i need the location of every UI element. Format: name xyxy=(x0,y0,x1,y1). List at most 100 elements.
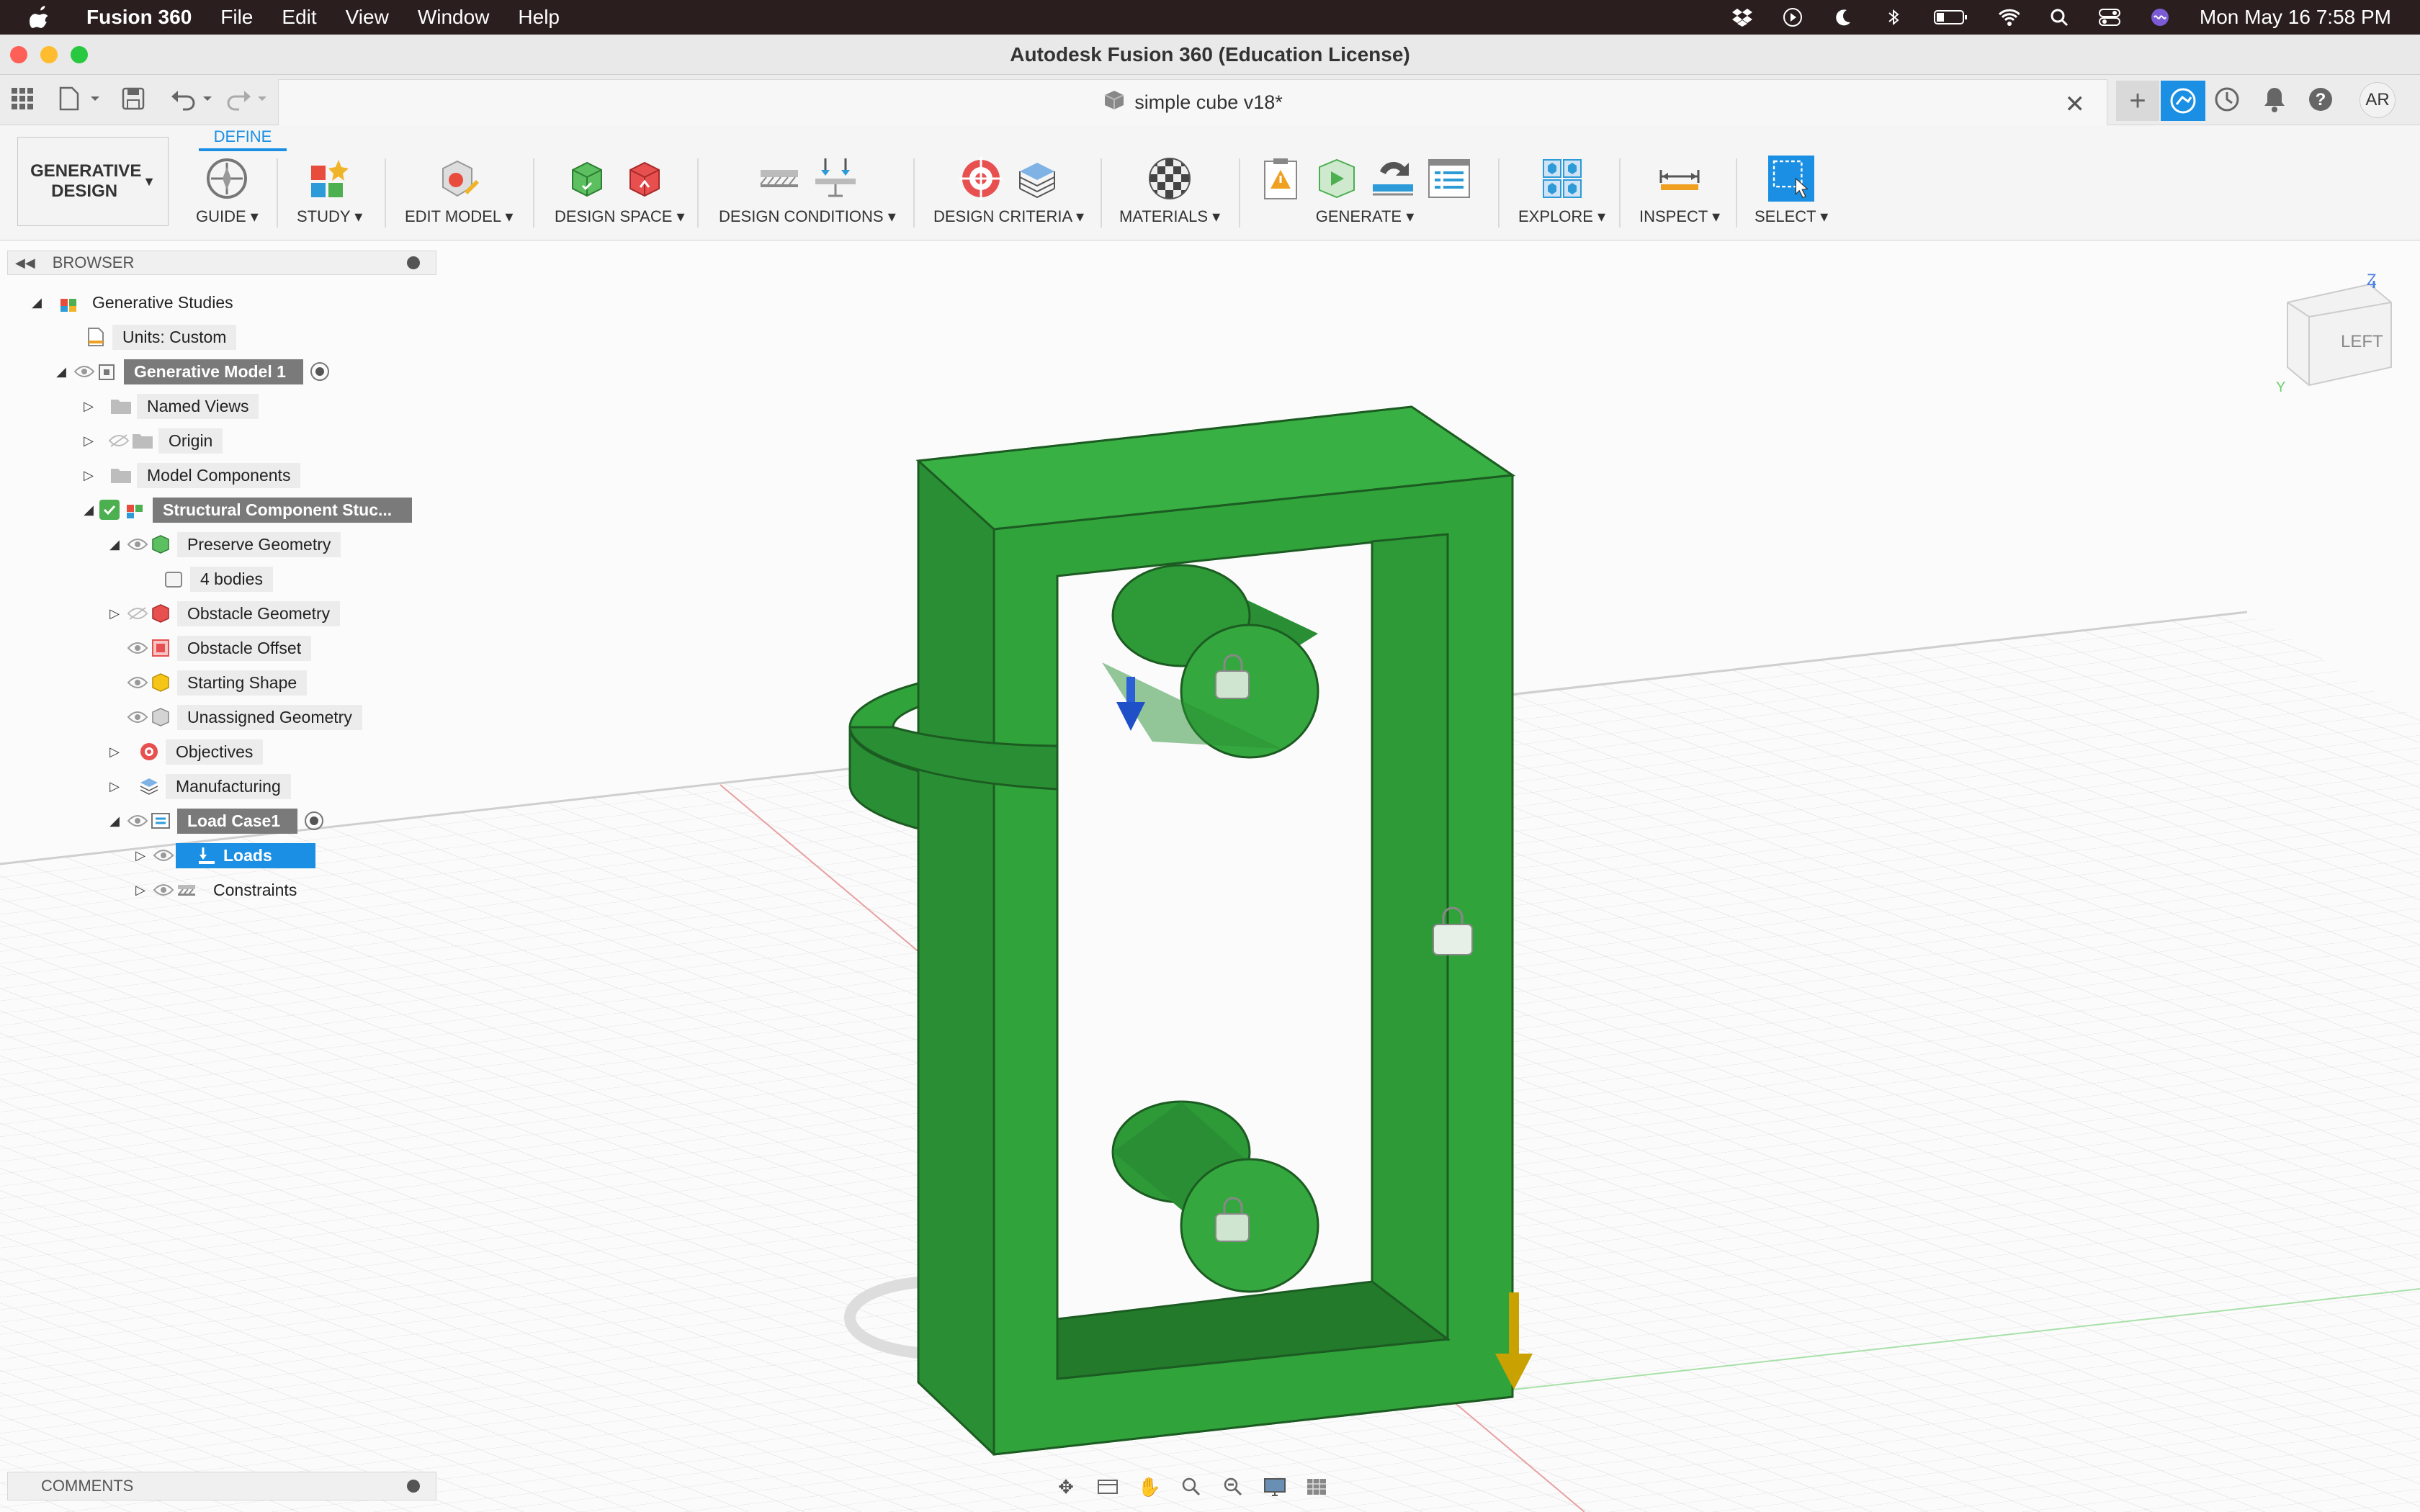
collapsed-arrow-icon[interactable]: ▷ xyxy=(104,741,125,762)
collapsed-arrow-icon[interactable]: ▷ xyxy=(104,775,125,797)
save-icon[interactable] xyxy=(121,86,145,114)
search-icon[interactable] xyxy=(2048,6,2070,28)
siri-icon[interactable] xyxy=(2149,6,2171,28)
zoom-window-button[interactable] xyxy=(71,46,88,63)
expanded-arrow-icon[interactable]: ◢ xyxy=(104,810,125,832)
tree-item-obstacle-geometry[interactable]: ▷ Obstacle Geometry xyxy=(104,598,341,629)
add-comment-icon[interactable] xyxy=(407,1480,420,1493)
tree-item-starting-shape[interactable]: Starting Shape xyxy=(125,667,308,698)
panel-options-icon[interactable] xyxy=(407,256,420,269)
control-center-icon[interactable] xyxy=(2098,6,2120,28)
display-settings-icon[interactable] xyxy=(1260,1472,1289,1501)
help-icon[interactable]: ? xyxy=(2306,85,2335,117)
battery-icon[interactable] xyxy=(1933,6,1969,28)
eye-icon[interactable] xyxy=(125,534,150,555)
play-icon[interactable] xyxy=(1782,6,1803,28)
close-window-button[interactable] xyxy=(10,46,27,63)
browser-header[interactable]: ◀◀ BROWSER xyxy=(7,251,436,275)
tree-item-model-components[interactable]: ▷ Model Components xyxy=(78,459,301,491)
activate-radio[interactable] xyxy=(310,362,329,381)
redo-icon[interactable] xyxy=(225,86,268,114)
eye-icon[interactable] xyxy=(125,637,150,659)
tree-item-named-views[interactable]: ▷ Named Views xyxy=(78,390,259,422)
menu-help[interactable]: Help xyxy=(518,6,560,29)
menu-view[interactable]: View xyxy=(346,6,389,29)
eye-icon[interactable] xyxy=(151,845,176,866)
tree-item-constraints[interactable]: ▷ Constraints xyxy=(130,874,307,906)
menu-file[interactable]: File xyxy=(220,6,253,29)
moon-icon[interactable] xyxy=(1832,6,1854,28)
zoom-window-icon[interactable] xyxy=(1219,1472,1247,1501)
tree-item-obstacle-offset[interactable]: Obstacle Offset xyxy=(125,632,312,664)
document-tab[interactable]: simple cube v18* ✕ xyxy=(278,79,2107,125)
tree-item-bodies[interactable]: 4 bodies xyxy=(163,563,273,595)
comments-panel[interactable]: COMMENTS xyxy=(7,1472,436,1500)
tree-item-unassigned-geometry[interactable]: Unassigned Geometry xyxy=(125,701,362,733)
collapsed-arrow-icon[interactable]: ▷ xyxy=(130,879,151,901)
materials-group[interactable]: MATERIALS ▾ xyxy=(1119,154,1220,226)
file-menu-icon[interactable] xyxy=(58,86,101,114)
study-group[interactable]: STUDY ▾ xyxy=(297,154,362,226)
eye-icon[interactable] xyxy=(151,879,176,901)
apple-icon[interactable] xyxy=(29,5,50,30)
select-group[interactable]: SELECT ▾ xyxy=(1754,154,1828,226)
design-criteria-group[interactable]: DESIGN CRITERIA ▾ xyxy=(933,154,1084,226)
collapsed-arrow-icon[interactable]: ▷ xyxy=(78,464,99,486)
user-avatar[interactable]: AR xyxy=(2360,82,2396,118)
design-conditions-group[interactable]: DESIGN CONDITIONS ▾ xyxy=(719,154,896,226)
expanded-arrow-icon[interactable]: ◢ xyxy=(78,499,99,521)
dropbox-icon[interactable] xyxy=(1731,6,1753,28)
tree-item-preserve-geometry[interactable]: ◢ Preserve Geometry xyxy=(104,528,341,560)
inspect-group[interactable]: INSPECT ▾ xyxy=(1639,154,1720,226)
eye-hidden-icon[interactable] xyxy=(125,603,150,624)
generate-group[interactable]: GENERATE ▾ xyxy=(1258,154,1472,226)
pan-icon[interactable]: ✋ xyxy=(1135,1472,1164,1501)
tree-item-generative-model[interactable]: ◢ Generative Model 1 xyxy=(50,356,329,387)
bluetooth-icon[interactable] xyxy=(1883,6,1904,28)
collapsed-arrow-icon[interactable]: ▷ xyxy=(78,395,99,417)
minimize-window-button[interactable] xyxy=(40,46,58,63)
tree-item-units[interactable]: Units: Custom xyxy=(85,321,237,353)
extension-icon[interactable] xyxy=(2161,81,2205,121)
app-menu[interactable]: Fusion 360 xyxy=(86,6,192,29)
notifications-icon[interactable] xyxy=(2260,85,2289,117)
tree-item-manufacturing[interactable]: ▷ Manufacturing xyxy=(104,770,291,802)
tree-item-loads[interactable]: ▷ Loads xyxy=(130,840,315,871)
grid-settings-icon[interactable] xyxy=(1302,1472,1331,1501)
menu-edit[interactable]: Edit xyxy=(282,6,316,29)
orbit-icon[interactable]: ✥ xyxy=(1052,1472,1080,1501)
tree-item-structural-component[interactable]: ◢ Structural Component Stuc... xyxy=(78,494,412,526)
edit-model-group[interactable]: EDIT MODEL ▾ xyxy=(405,154,513,226)
tab-define[interactable]: DEFINE xyxy=(199,125,287,151)
viewport-canvas[interactable]: LEFT Z Y xyxy=(0,240,2420,1512)
undo-icon[interactable] xyxy=(170,86,213,114)
wifi-icon[interactable] xyxy=(1998,6,2020,28)
tree-item-generative-studies[interactable]: ◢ Generative Studies xyxy=(26,287,233,318)
expanded-arrow-icon[interactable]: ◢ xyxy=(104,534,125,555)
collapse-arrow-icon[interactable]: ◀◀ xyxy=(15,256,35,271)
job-status-icon[interactable] xyxy=(2213,85,2241,117)
eye-icon[interactable] xyxy=(125,706,150,728)
workspace-switcher[interactable]: GENERATIVE DESIGN ▼ xyxy=(17,137,169,226)
tree-item-load-case[interactable]: ◢ Load Case1 xyxy=(104,805,324,837)
app-grid-icon[interactable] xyxy=(10,86,35,114)
tree-item-origin[interactable]: ▷ Origin xyxy=(78,425,223,456)
design-space-group[interactable]: DESIGN SPACE ▾ xyxy=(555,154,685,226)
new-tab-button[interactable]: + xyxy=(2116,81,2159,121)
activate-radio[interactable] xyxy=(305,811,324,830)
close-tab-icon[interactable]: ✕ xyxy=(2065,90,2086,119)
eye-icon[interactable] xyxy=(125,810,150,832)
zoom-icon[interactable] xyxy=(1177,1472,1206,1501)
explore-group[interactable]: EXPLORE ▾ xyxy=(1518,154,1605,226)
collapsed-arrow-icon[interactable]: ▷ xyxy=(104,603,125,624)
expanded-arrow-icon[interactable]: ◢ xyxy=(50,361,72,382)
menu-window[interactable]: Window xyxy=(418,6,490,29)
guide-group[interactable]: GUIDE ▾ xyxy=(196,154,259,226)
eye-icon[interactable] xyxy=(72,361,97,382)
look-at-icon[interactable] xyxy=(1093,1472,1122,1501)
clock[interactable]: Mon May 16 7:58 PM xyxy=(2200,6,2391,29)
collapsed-arrow-icon[interactable]: ▷ xyxy=(78,430,99,451)
eye-icon[interactable] xyxy=(125,672,150,693)
expanded-arrow-icon[interactable]: ◢ xyxy=(26,292,48,313)
tree-item-objectives[interactable]: ▷ Objectives xyxy=(104,736,264,768)
